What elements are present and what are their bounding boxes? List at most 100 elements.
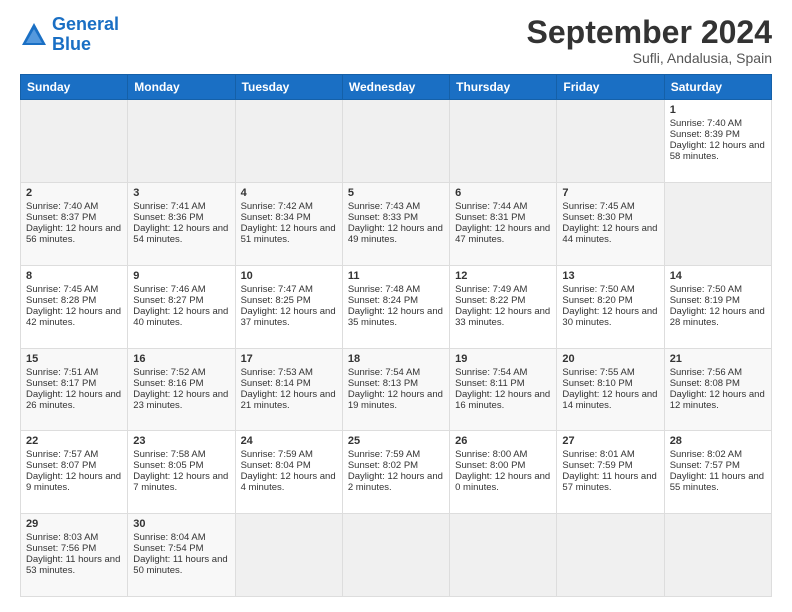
daylight: Daylight: 11 hours and 55 minutes.	[670, 471, 764, 493]
logo-icon	[20, 21, 48, 49]
day-number: 26	[455, 435, 551, 447]
calendar-cell: 10Sunrise: 7:47 AMSunset: 8:25 PMDayligh…	[235, 265, 342, 348]
day-number: 29	[26, 518, 122, 530]
empty-cell	[450, 100, 557, 183]
sunrise: Sunrise: 7:55 AM	[562, 367, 634, 378]
empty-cell	[342, 514, 449, 597]
daylight: Daylight: 12 hours and 4 minutes.	[241, 471, 336, 493]
daylight: Daylight: 11 hours and 50 minutes.	[133, 554, 227, 576]
day-number: 4	[241, 187, 337, 199]
sunrise: Sunrise: 7:59 AM	[241, 449, 313, 460]
sunset: Sunset: 8:02 PM	[348, 460, 418, 471]
daylight: Daylight: 12 hours and 51 minutes.	[241, 223, 336, 245]
daylight: Daylight: 12 hours and 9 minutes.	[26, 471, 121, 493]
daylight: Daylight: 12 hours and 37 minutes.	[241, 306, 336, 328]
sunrise: Sunrise: 8:04 AM	[133, 532, 205, 543]
weekday-header: Monday	[128, 75, 235, 100]
daylight: Daylight: 12 hours and 0 minutes.	[455, 471, 550, 493]
page: General Blue September 2024 Sufli, Andal…	[0, 0, 792, 612]
daylight: Daylight: 12 hours and 54 minutes.	[133, 223, 228, 245]
daylight: Daylight: 12 hours and 2 minutes.	[348, 471, 443, 493]
sunrise: Sunrise: 7:54 AM	[455, 367, 527, 378]
calendar-cell: 9Sunrise: 7:46 AMSunset: 8:27 PMDaylight…	[128, 265, 235, 348]
empty-cell	[664, 514, 771, 597]
sunset: Sunset: 8:34 PM	[241, 212, 311, 223]
logo-text: General Blue	[52, 15, 119, 55]
day-number: 13	[562, 270, 658, 282]
daylight: Daylight: 11 hours and 53 minutes.	[26, 554, 120, 576]
sunrise: Sunrise: 7:52 AM	[133, 367, 205, 378]
empty-cell	[450, 514, 557, 597]
day-number: 14	[670, 270, 766, 282]
title-block: September 2024 Sufli, Andalusia, Spain	[527, 15, 772, 66]
sunset: Sunset: 8:05 PM	[133, 460, 203, 471]
calendar-cell: 22Sunrise: 7:57 AMSunset: 8:07 PMDayligh…	[21, 431, 128, 514]
sunrise: Sunrise: 7:51 AM	[26, 367, 98, 378]
day-number: 24	[241, 435, 337, 447]
sunrise: Sunrise: 7:40 AM	[26, 201, 98, 212]
sunrise: Sunrise: 7:49 AM	[455, 284, 527, 295]
sunrise: Sunrise: 8:03 AM	[26, 532, 98, 543]
day-number: 28	[670, 435, 766, 447]
sunset: Sunset: 7:59 PM	[562, 460, 632, 471]
calendar-cell: 23 Sunrise: 7:58 AMSunset: 8:05 PMDayligh…	[128, 431, 235, 514]
calendar-cell: 13 Sunrise: 7:50 AMSunset: 8:20 PMDayligh…	[557, 265, 664, 348]
day-number: 25	[348, 435, 444, 447]
calendar-table: SundayMondayTuesdayWednesdayThursdayFrid…	[20, 74, 772, 597]
calendar-cell: 14Sunrise: 7:50 AMSunset: 8:19 PMDayligh…	[664, 265, 771, 348]
empty-cell	[342, 100, 449, 183]
weekday-header: Thursday	[450, 75, 557, 100]
empty-cell	[235, 514, 342, 597]
sunset: Sunset: 8:00 PM	[455, 460, 525, 471]
daylight: Daylight: 12 hours and 21 minutes.	[241, 389, 336, 411]
day-number: 1	[670, 104, 766, 116]
day-number: 27	[562, 435, 658, 447]
subtitle: Sufli, Andalusia, Spain	[527, 50, 772, 66]
daylight: Daylight: 12 hours and 35 minutes.	[348, 306, 443, 328]
sunset: Sunset: 8:11 PM	[455, 378, 525, 389]
calendar-cell: 25Sunrise: 7:59 AMSunset: 8:02 PMDayligh…	[342, 431, 449, 514]
sunset: Sunset: 8:39 PM	[670, 129, 740, 140]
calendar-cell: 27Sunrise: 8:01 AMSunset: 7:59 PMDayligh…	[557, 431, 664, 514]
sunset: Sunset: 8:17 PM	[26, 378, 96, 389]
weekday-header: Sunday	[21, 75, 128, 100]
day-number: 5	[348, 187, 444, 199]
calendar-cell: 6Sunrise: 7:44 AMSunset: 8:31 PMDaylight…	[450, 182, 557, 265]
empty-cell	[235, 100, 342, 183]
sunset: Sunset: 8:07 PM	[26, 460, 96, 471]
day-number: 23	[133, 435, 229, 447]
daylight: Daylight: 12 hours and 49 minutes.	[348, 223, 443, 245]
sunset: Sunset: 7:57 PM	[670, 460, 740, 471]
sunset: Sunset: 8:27 PM	[133, 295, 203, 306]
day-number: 6	[455, 187, 551, 199]
sunset: Sunset: 8:30 PM	[562, 212, 632, 223]
day-number: 7	[562, 187, 658, 199]
sunrise: Sunrise: 7:58 AM	[133, 449, 205, 460]
empty-cell	[557, 514, 664, 597]
sunrise: Sunrise: 7:50 AM	[562, 284, 634, 295]
calendar-cell: 19Sunrise: 7:54 AMSunset: 8:11 PMDayligh…	[450, 348, 557, 431]
day-number: 30	[133, 518, 229, 530]
sunset: Sunset: 7:54 PM	[133, 543, 203, 554]
calendar-cell: 11Sunrise: 7:48 AMSunset: 8:24 PMDayligh…	[342, 265, 449, 348]
weekday-header: Wednesday	[342, 75, 449, 100]
daylight: Daylight: 12 hours and 23 minutes.	[133, 389, 228, 411]
day-number: 16	[133, 353, 229, 365]
day-number: 20	[562, 353, 658, 365]
weekday-header: Friday	[557, 75, 664, 100]
empty-cell	[557, 100, 664, 183]
sunset: Sunset: 8:20 PM	[562, 295, 632, 306]
calendar-cell: 5Sunrise: 7:43 AMSunset: 8:33 PMDaylight…	[342, 182, 449, 265]
sunset: Sunset: 8:33 PM	[348, 212, 418, 223]
daylight: Daylight: 12 hours and 30 minutes.	[562, 306, 657, 328]
sunrise: Sunrise: 7:48 AM	[348, 284, 420, 295]
sunrise: Sunrise: 7:45 AM	[26, 284, 98, 295]
day-number: 21	[670, 353, 766, 365]
calendar-cell: 16Sunrise: 7:52 AMSunset: 8:16 PMDayligh…	[128, 348, 235, 431]
logo-line2: Blue	[52, 34, 91, 54]
sunset: Sunset: 8:08 PM	[670, 378, 740, 389]
calendar-cell: 30 Sunrise: 8:04 AMSunset: 7:54 PMDayligh…	[128, 514, 235, 597]
daylight: Daylight: 12 hours and 7 minutes.	[133, 471, 228, 493]
daylight: Daylight: 12 hours and 47 minutes.	[455, 223, 550, 245]
main-title: September 2024	[527, 15, 772, 50]
